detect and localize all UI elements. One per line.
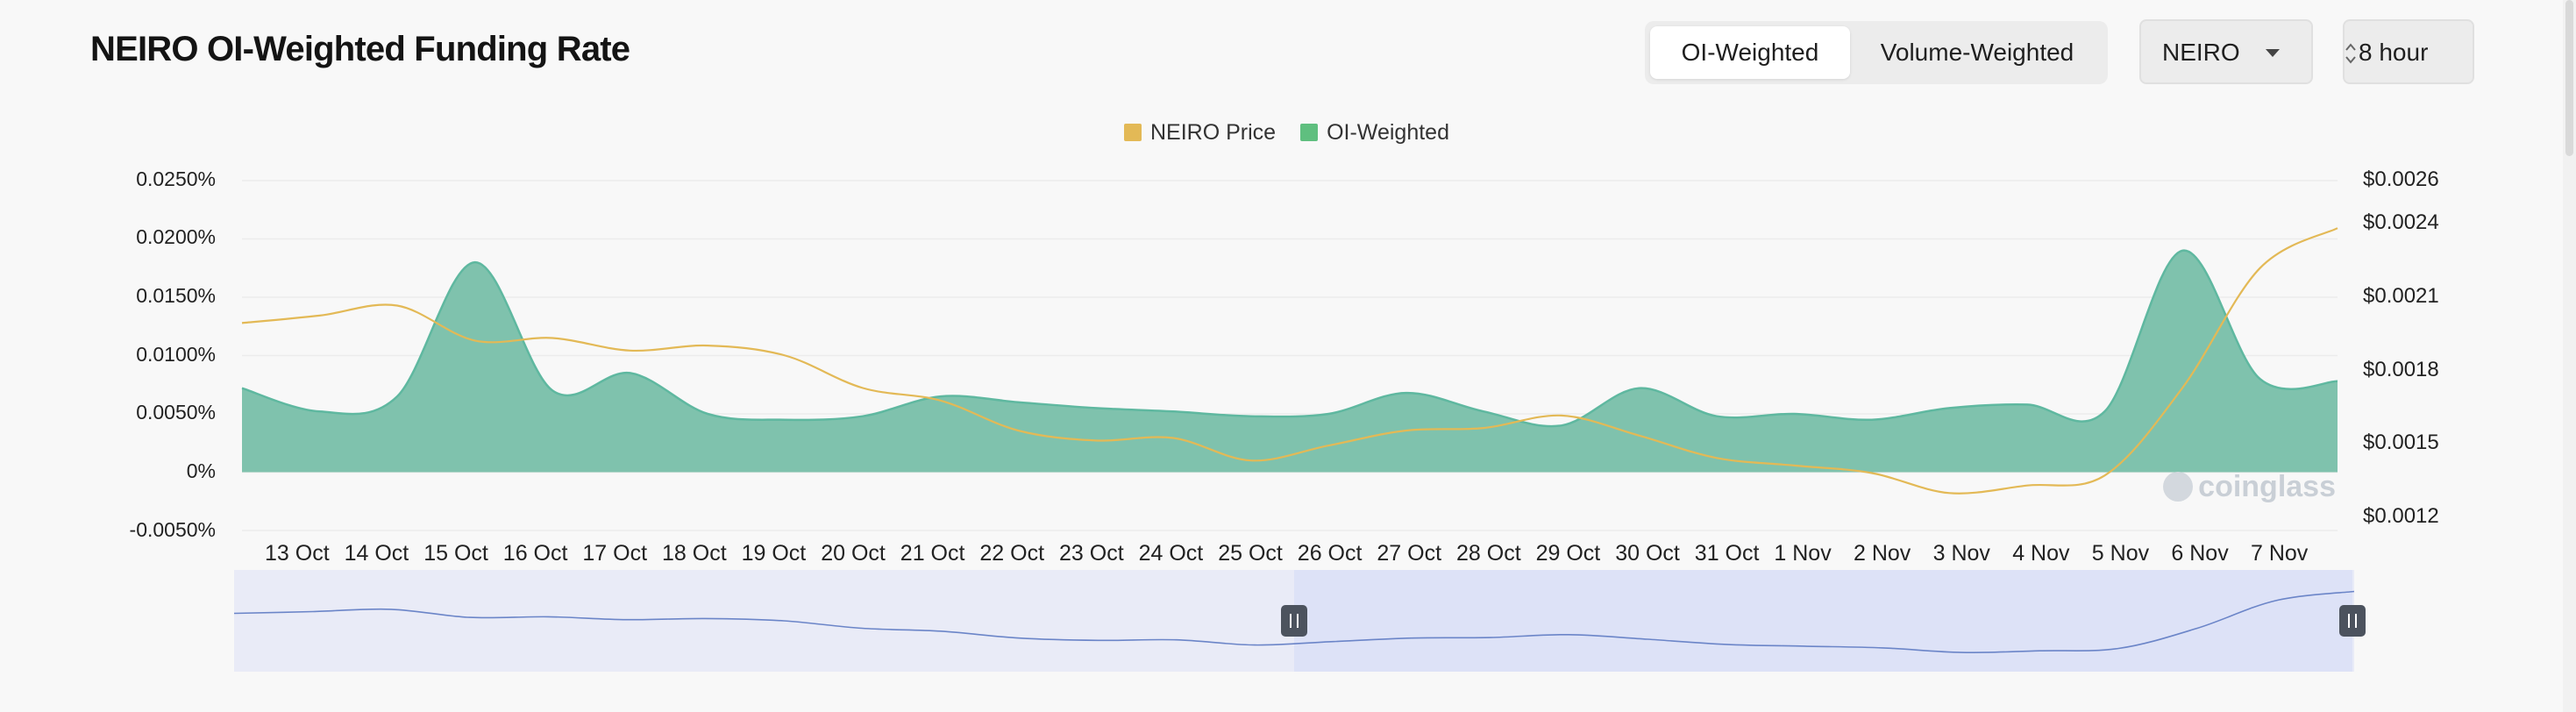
- pause-icon: [2339, 605, 2366, 637]
- scrollbar-thumb[interactable]: [2565, 0, 2573, 156]
- navigator-selection: [1294, 570, 2352, 672]
- coinglass-logo: coinglass: [2198, 470, 2336, 503]
- oi-weighted-area: [242, 250, 2338, 473]
- pause-icon: [1281, 605, 1307, 637]
- funding-rate-chart[interactable]: coinglass: [0, 0, 2576, 712]
- funding-rate-page: NEIRO OI-Weighted Funding Rate OI-Weight…: [0, 0, 2576, 712]
- navigator-handle-left[interactable]: [1281, 605, 1307, 637]
- coinglass-logo-mark: [2163, 472, 2193, 502]
- navigator-handle-right[interactable]: [2339, 605, 2366, 637]
- page-scrollbar[interactable]: [2563, 0, 2576, 712]
